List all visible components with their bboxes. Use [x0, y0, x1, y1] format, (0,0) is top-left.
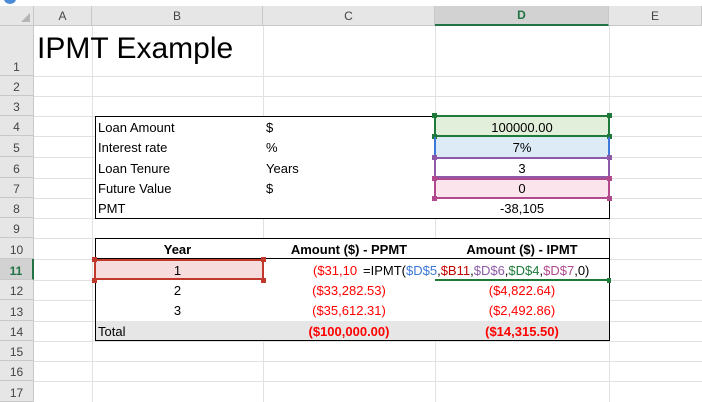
total-label: Total	[98, 323, 126, 339]
total-ppmt[interactable]: ($100,000.00)	[263, 321, 435, 341]
ref-handle[interactable]	[607, 155, 612, 160]
row-header-10[interactable]: 10	[0, 238, 34, 259]
header-year: Year	[163, 241, 192, 257]
formula-ref-d6: $D$6	[473, 262, 505, 278]
ref-highlight-d5	[434, 137, 610, 157]
pmt-label: PMT	[98, 200, 126, 216]
select-all-triangle-icon	[21, 13, 30, 22]
formula-edit-d11[interactable]: =IPMT($D$5, $B11, $D$6, $D$4, $D$7,0)	[363, 260, 589, 280]
row-header-9[interactable]: 9	[0, 218, 34, 238]
future-value-unit: $	[266, 180, 274, 196]
ref-handle[interactable]	[432, 113, 437, 118]
header-ppmt: Amount ($) - PPMT	[290, 241, 408, 257]
formula-ref-d7: $D$7	[543, 262, 575, 278]
pmt-value[interactable]: -38,105	[435, 198, 609, 218]
gridline	[34, 361, 702, 362]
sheet-title: IPMT Example	[37, 32, 234, 65]
ref-handle[interactable]	[607, 196, 612, 201]
interest-rate-unit: %	[266, 139, 278, 155]
year-cell[interactable]: 2	[92, 280, 263, 300]
total-ipmt[interactable]: ($14,315.50)	[435, 321, 609, 341]
gridline	[92, 26, 93, 402]
loan-amount-label: Loan Amount	[98, 119, 175, 135]
row-header-3[interactable]: 3	[0, 96, 34, 116]
ref-highlight-d6	[434, 157, 610, 178]
loan-tenure-unit: Years	[266, 160, 299, 176]
formula-text: ,0)	[574, 262, 590, 278]
ref-handle[interactable]	[432, 176, 437, 181]
header-ipmt: Amount ($) - IPMT	[466, 241, 578, 257]
row-header-7[interactable]: 7	[0, 178, 34, 198]
gridline	[34, 96, 702, 97]
ppmt-cell[interactable]: ($33,282.53)	[263, 280, 435, 300]
gridline	[34, 341, 702, 342]
row-header-5[interactable]: 5	[0, 136, 34, 157]
future-value-label: Future Value	[98, 180, 172, 196]
formula-text: =IPMT(	[363, 262, 406, 278]
formula-ref-d5: $D$5	[405, 262, 438, 278]
row-header-11[interactable]: 11	[0, 259, 34, 280]
interest-rate-label: Interest rate	[98, 139, 168, 155]
ref-highlight-d7	[434, 178, 610, 199]
row-header-15[interactable]: 15	[0, 341, 34, 361]
ipmt-cell[interactable]: ($4,822.64)	[435, 280, 609, 300]
ppmt-cell[interactable]: ($31,10	[313, 260, 357, 280]
row-header-16[interactable]: 16	[0, 361, 34, 381]
ref-highlight-d4	[434, 115, 610, 137]
ref-handle[interactable]	[607, 176, 612, 181]
row-header-12[interactable]: 12	[0, 280, 34, 300]
formula-ref-d4: $D$4	[508, 262, 540, 278]
gridline	[34, 76, 702, 77]
ref-handle[interactable]	[432, 196, 437, 201]
app-icon	[4, 0, 16, 4]
row-header-2[interactable]: 2	[0, 76, 34, 96]
row-header-1[interactable]: 1	[0, 26, 34, 76]
row-header-4[interactable]: 4	[0, 116, 34, 136]
column-header-e[interactable]: E	[609, 6, 702, 26]
gridline	[34, 381, 702, 382]
row-header-14[interactable]: 14	[0, 321, 34, 341]
ref-handle[interactable]	[607, 113, 612, 118]
year-cell[interactable]: 3	[92, 300, 263, 321]
column-header-c[interactable]: C	[263, 6, 435, 26]
spreadsheet: A B C D E 1 2 3 4 5 6 7 8 9 10 11 12 13 …	[0, 0, 702, 402]
loan-tenure-label: Loan Tenure	[98, 160, 171, 176]
row-header-17[interactable]: 17	[0, 381, 34, 402]
ref-handle[interactable]	[432, 155, 437, 160]
ppmt-cell[interactable]: ($35,612.31)	[263, 300, 435, 321]
column-header-a[interactable]: A	[34, 6, 92, 26]
formula-ref-b11: $B11	[440, 262, 471, 278]
select-all-button[interactable]	[0, 6, 34, 26]
row-header-8[interactable]: 8	[0, 198, 34, 218]
column-header-d[interactable]: D	[435, 6, 609, 26]
row-header-13[interactable]: 13	[0, 300, 34, 321]
year-cell[interactable]: 1	[92, 260, 263, 280]
ipmt-cell[interactable]: ($2,492.86)	[435, 300, 609, 321]
column-header-b[interactable]: B	[92, 6, 263, 26]
loan-amount-unit: $	[266, 119, 274, 135]
row-header-6[interactable]: 6	[0, 157, 34, 178]
